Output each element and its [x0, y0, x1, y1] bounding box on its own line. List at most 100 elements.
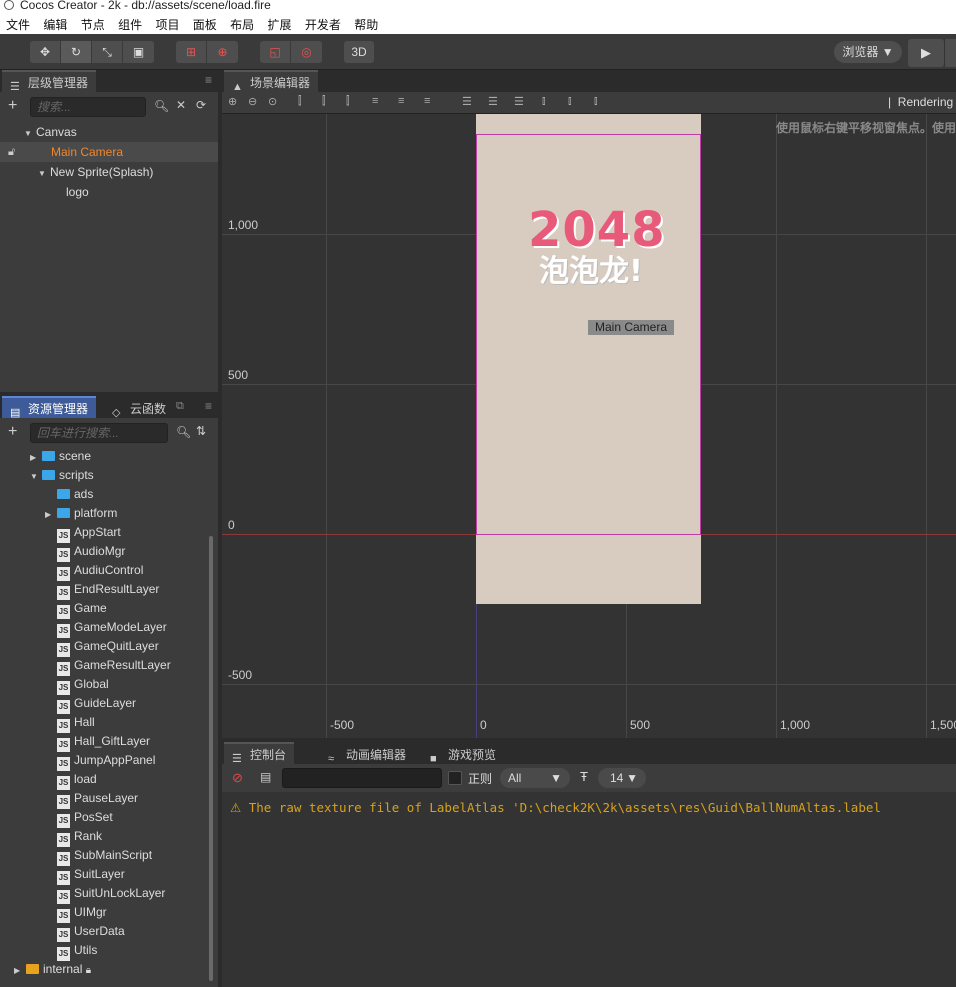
- menu-node[interactable]: 节点: [75, 14, 105, 33]
- regex-checkbox[interactable]: [448, 771, 462, 785]
- zoom-reset-icon[interactable]: ⊙: [268, 95, 277, 108]
- scale-tool-icon[interactable]: ⤡: [92, 41, 123, 63]
- asset-script-item[interactable]: JS Hall: [57, 713, 95, 733]
- menu-component[interactable]: 组件: [112, 14, 142, 33]
- tree-node-main-camera[interactable]: 🔓︎ Main Camera: [0, 142, 218, 162]
- asset-script-item[interactable]: JS GameModeLayer: [57, 618, 167, 638]
- open-log-icon[interactable]: ▤: [260, 770, 271, 784]
- asset-script-item[interactable]: JS GameResultLayer: [57, 656, 171, 676]
- asset-script-item[interactable]: JS JumpAppPanel: [57, 751, 155, 771]
- tab-hierarchy[interactable]: ☰ 层级管理器: [2, 70, 97, 93]
- menu-help[interactable]: 帮助: [348, 14, 378, 33]
- zoom-in-icon[interactable]: ⊕: [228, 95, 237, 108]
- asset-folder-platform[interactable]: ▶ platform: [45, 504, 117, 523]
- asset-script-item[interactable]: JS SuitUnLockLayer: [57, 884, 165, 904]
- distribute-bottom-icon[interactable]: ☰: [514, 95, 524, 108]
- font-size-select[interactable]: 14 ▼: [598, 768, 646, 788]
- asset-script-item[interactable]: JS PauseLayer: [57, 789, 138, 809]
- distribute-left-icon[interactable]: ⫾: [542, 95, 546, 108]
- clear-console-icon[interactable]: ⊘: [232, 770, 243, 786]
- hierarchy-search-input[interactable]: 搜索...: [30, 97, 146, 117]
- menu-developer[interactable]: 开发者: [299, 14, 341, 33]
- collapsed-arrow-icon[interactable]: ▶: [30, 448, 42, 467]
- search-icon[interactable]: 🔍︎: [154, 99, 169, 113]
- asset-script-item[interactable]: JS load: [57, 770, 97, 790]
- preview-target-dropdown[interactable]: 浏览器 ▼: [834, 41, 902, 63]
- asset-script-item[interactable]: JS GuideLayer: [57, 694, 136, 714]
- tab-game-preview[interactable]: ■ 游戏预览: [422, 742, 505, 765]
- asset-script-item[interactable]: JS SubMainScript: [57, 846, 152, 866]
- asset-folder-scripts[interactable]: ▼ scripts: [30, 466, 94, 485]
- pivot-global-icon[interactable]: ⊕: [207, 41, 238, 63]
- snap-center-icon[interactable]: ◎: [291, 41, 322, 63]
- menu-file[interactable]: 文件: [0, 14, 30, 33]
- move-tool-icon[interactable]: ✥: [30, 41, 61, 63]
- tab-cloud-function[interactable]: ◇ 云函数: [104, 396, 175, 419]
- log-level-select[interactable]: All ▼: [500, 768, 570, 788]
- asset-script-item[interactable]: JS EndResultLayer: [57, 580, 159, 600]
- asset-folder-internal[interactable]: ▶ internal 🔒︎: [14, 960, 91, 979]
- align-bottom-icon[interactable]: ≡: [424, 95, 430, 107]
- add-node-icon[interactable]: +: [8, 97, 17, 115]
- snap-anchor-icon[interactable]: ◱: [260, 41, 291, 63]
- asset-script-item[interactable]: JS AppStart: [57, 523, 121, 543]
- panel-menu-icon[interactable]: ≡: [205, 399, 212, 413]
- rect-tool-icon[interactable]: ▣: [123, 41, 154, 63]
- asset-script-item[interactable]: JS GameQuitLayer: [57, 637, 159, 657]
- asset-folder-ads[interactable]: ads: [57, 485, 93, 504]
- distribute-vcenter-icon[interactable]: ☰: [488, 95, 498, 108]
- asset-script-item[interactable]: JS UserData: [57, 922, 125, 942]
- toggle-3d-button[interactable]: 3D: [344, 41, 374, 63]
- game-logo[interactable]: 2048 泡泡龙!: [528, 204, 665, 288]
- align-hcenter-icon[interactable]: ⫿: [322, 95, 326, 108]
- asset-script-item[interactable]: JS Rank: [57, 827, 102, 847]
- refresh-button[interactable]: [944, 39, 956, 67]
- scene-viewport[interactable]: 2048 泡泡龙! Main Camera 使用鼠标右键平移视窗焦点。使用 1,…: [222, 114, 956, 738]
- tree-node-canvas[interactable]: ▼ Canvas: [0, 122, 218, 142]
- asset-script-item[interactable]: JS PosSet: [57, 808, 113, 828]
- search-icon[interactable]: 🔍︎: [176, 425, 191, 439]
- play-button[interactable]: ▶: [908, 39, 944, 67]
- expand-arrow-icon[interactable]: ▼: [24, 124, 36, 144]
- main-camera-gizmo-label[interactable]: Main Camera: [588, 320, 674, 335]
- align-top-icon[interactable]: ≡: [372, 95, 378, 107]
- asset-script-item[interactable]: JS Hall_GiftLayer: [57, 732, 150, 752]
- panel-menu-icon[interactable]: ≡: [205, 73, 212, 87]
- tab-animation-editor[interactable]: ≈ 动画编辑器: [320, 742, 415, 765]
- tab-assets[interactable]: ▤ 资源管理器: [2, 396, 97, 419]
- console-filter-input[interactable]: [282, 768, 442, 788]
- assets-scrollbar[interactable]: [209, 536, 213, 981]
- asset-script-item[interactable]: JS Game: [57, 599, 107, 619]
- sort-icon[interactable]: ⇅: [196, 424, 206, 438]
- popout-icon[interactable]: ⧉: [176, 400, 184, 413]
- expand-arrow-icon[interactable]: ▼: [38, 164, 50, 184]
- asset-script-item[interactable]: JS SuitLayer: [57, 865, 125, 885]
- tree-node-splash[interactable]: ▼ New Sprite(Splash): [0, 162, 218, 182]
- distribute-right-icon[interactable]: ⫾: [594, 95, 598, 108]
- menu-project[interactable]: 项目: [149, 14, 179, 33]
- align-right-icon[interactable]: ⫿: [346, 95, 350, 108]
- expand-arrow-icon[interactable]: ▼: [30, 467, 42, 486]
- tab-console[interactable]: ☰ 控制台: [224, 742, 295, 765]
- pivot-local-icon[interactable]: ⊞: [176, 41, 207, 63]
- menu-extension[interactable]: 扩展: [262, 14, 292, 33]
- tree-node-logo[interactable]: logo: [0, 182, 218, 202]
- lock-icon[interactable]: 🔓︎: [8, 142, 15, 162]
- assets-search-input[interactable]: 回车进行搜索...: [30, 423, 168, 443]
- asset-script-item[interactable]: JS AudiuControl: [57, 561, 143, 581]
- distribute-top-icon[interactable]: ☰: [462, 95, 472, 108]
- tab-scene-editor[interactable]: ▲ 场景编辑器: [224, 70, 319, 93]
- distribute-hcenter-icon[interactable]: ⫾: [568, 95, 572, 108]
- rendering-label[interactable]: | Rendering: [888, 95, 953, 109]
- align-vcenter-icon[interactable]: ≡: [398, 95, 404, 107]
- log-entry-warning[interactable]: ⚠ The raw texture file of LabelAtlas 'D:…: [230, 800, 881, 815]
- align-left-icon[interactable]: ⫿: [298, 95, 302, 108]
- asset-script-item[interactable]: JS Global: [57, 675, 109, 695]
- zoom-out-icon[interactable]: ⊖: [248, 95, 257, 108]
- collapsed-arrow-icon[interactable]: ▶: [45, 505, 57, 524]
- create-asset-icon[interactable]: +: [8, 423, 17, 441]
- collapsed-arrow-icon[interactable]: ▶: [14, 961, 26, 980]
- asset-folder-scene[interactable]: ▶ scene: [30, 447, 91, 466]
- asset-script-item[interactable]: JS Utils: [57, 941, 97, 961]
- asset-script-item[interactable]: JS AudioMgr: [57, 542, 125, 562]
